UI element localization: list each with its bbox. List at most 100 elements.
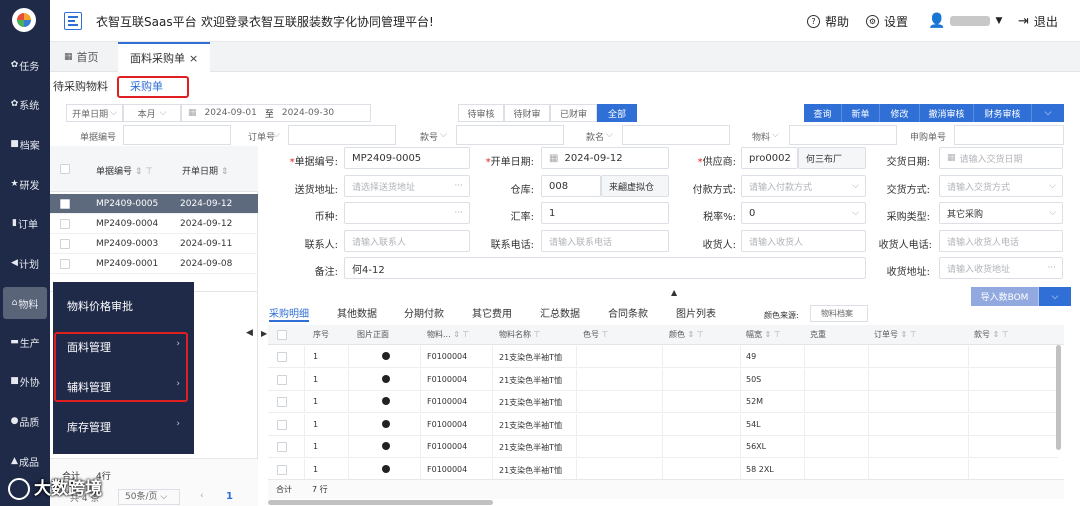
column-style-no[interactable]: 款号 ⇕ ⊤ [974, 329, 1009, 340]
delivery-mode-select[interactable]: 请输入交货方式 ⌵ [939, 175, 1063, 197]
list-row[interactable]: MP2409-0001 2024-09-08 [50, 254, 258, 274]
subtab-pending-materials[interactable]: 待采购物料 [53, 78, 108, 94]
select-all-checkbox[interactable] [277, 330, 287, 340]
list-row[interactable]: MP2409-0003 2024-09-11 [50, 234, 258, 254]
nav-item-outsource[interactable]: ■ 外协 [3, 368, 47, 394]
new-order-button[interactable]: 新单 [842, 104, 880, 122]
tab-summary[interactable]: 汇总数据 [540, 305, 580, 320]
splitter-arrow-icon[interactable]: ◀ [246, 328, 253, 338]
receive-address-field[interactable]: 请输入收货地址 ··· [939, 257, 1063, 279]
list-row[interactable]: MP2409-0005 2024-09-12 [50, 194, 258, 214]
image-placeholder-icon[interactable] [382, 397, 390, 405]
payment-select[interactable]: 请输入付款方式 ⌵ [741, 175, 866, 197]
filter-doc-no-input[interactable] [123, 125, 231, 145]
import-dropdown[interactable]: ⌵ [1039, 287, 1071, 306]
current-page[interactable]: 1 [226, 491, 233, 502]
page-size-select[interactable]: 50条/页 ⌵ [118, 489, 180, 505]
tab-images[interactable]: 图片列表 [676, 305, 716, 320]
tab-installments[interactable]: 分期付款 [404, 305, 444, 320]
collapse-form-icon[interactable]: ▲ [671, 288, 677, 297]
tab-other-data[interactable]: 其他数据 [337, 305, 377, 320]
help-button[interactable]: ? 帮助 [807, 13, 849, 30]
tab-fabric-purchase[interactable]: 面料采购单 × [118, 42, 211, 72]
undo-review-button[interactable]: 撤消审核 [920, 104, 974, 122]
receiver-phone-field[interactable]: 请输入收货人电话 [939, 230, 1063, 252]
phone-field[interactable]: 请输入联系电话 [541, 230, 669, 252]
horizontal-scrollbar[interactable] [268, 500, 493, 505]
nav-item-quality[interactable]: ● 品质 [3, 408, 47, 434]
row-checkbox[interactable] [277, 374, 287, 385]
nav-item-tasks[interactable]: ✿ 任务 [3, 52, 47, 78]
tab-contract-terms[interactable]: 合同条款 [608, 305, 648, 320]
table-row[interactable]: 1 F0100004 21支染色半袖T恤 49 [268, 346, 1058, 368]
date-range-picker[interactable]: ▦ 2024-09-01 至 2024-09-30 [181, 104, 371, 122]
nav-item-finished[interactable]: ▲ 成品 [3, 448, 47, 474]
nav-item-production[interactable]: ▬ 生产 [3, 329, 47, 355]
column-material-name[interactable]: 物料名称 ⊤ [499, 329, 541, 340]
list-row[interactable]: MP2409-0004 2024-09-12 [50, 214, 258, 234]
ship-address-field[interactable]: 请选择送货地址 ··· [344, 175, 470, 197]
menu-item-price-approval[interactable]: 物料价格审批 [67, 298, 133, 314]
row-checkbox[interactable] [277, 397, 287, 407]
column-doc-no[interactable]: 单据编号 ⇕ ⊤ [96, 164, 153, 177]
menu-item-inventory-management[interactable]: 库存管理 [67, 419, 111, 435]
column-width[interactable]: 幅宽 ⇕ ⊤ [746, 329, 781, 340]
row-checkbox[interactable] [277, 419, 287, 430]
filter-style-no-input[interactable] [456, 125, 564, 145]
date-range-select[interactable]: 本月 ⌵ [123, 104, 181, 122]
table-row[interactable]: 1 F0100004 21支染色半袖T恤 56XL [268, 436, 1058, 458]
nav-item-order[interactable]: ▮ 订单 [3, 210, 47, 236]
tab-purchase-detail[interactable]: 采购明细 [269, 305, 309, 320]
color-source-select[interactable]: 物料档案 [810, 305, 868, 322]
image-placeholder-icon[interactable] [382, 352, 390, 360]
row-checkbox[interactable] [277, 352, 287, 362]
remark-field[interactable]: 何4-12 [344, 257, 866, 279]
filter-order-no-input[interactable] [288, 125, 396, 145]
tab-other-fees[interactable]: 其它费用 [472, 305, 512, 320]
receiver-field[interactable]: 请输入收货人 [741, 230, 866, 252]
open-date-field[interactable]: ▦ 2024-09-12 [541, 147, 669, 169]
row-checkbox[interactable] [60, 259, 70, 269]
close-icon[interactable]: × [189, 52, 198, 65]
expand-arrow-icon[interactable]: ▶ [261, 329, 267, 338]
select-all-checkbox[interactable] [60, 164, 70, 174]
query-button[interactable]: 查询 [804, 104, 842, 122]
column-open-date[interactable]: 开单日期 ⇕ [182, 164, 228, 177]
image-placeholder-icon[interactable] [382, 464, 390, 473]
edit-button[interactable]: 修改 [880, 104, 920, 122]
more-actions-dropdown[interactable]: ⌵ [1032, 104, 1064, 122]
table-row[interactable]: 1 F0100004 21支染色半袖T恤 50S [268, 368, 1058, 391]
purchase-type-select[interactable]: 其它采购 ⌵ [939, 202, 1063, 224]
logout-button[interactable]: ⇥ 退出 [1018, 13, 1058, 30]
column-color[interactable]: 颜色 ⇕ ⊤ [669, 329, 704, 340]
contact-field[interactable]: 请输入联系人 [344, 230, 470, 252]
nav-item-system[interactable]: ✿ 系统 [3, 91, 47, 117]
table-row[interactable]: 1 F0100004 21支染色半袖T恤 52M [268, 391, 1058, 413]
row-checkbox[interactable] [60, 239, 70, 249]
table-row[interactable]: 1 F0100004 21支染色半袖T恤 58 2XL [268, 458, 1058, 481]
image-placeholder-icon[interactable] [382, 419, 390, 428]
row-checkbox[interactable] [277, 442, 287, 452]
column-material-code[interactable]: 物料... ⇕ ⊤ [427, 329, 469, 340]
filter-request-no-input[interactable] [954, 125, 1064, 145]
app-logo[interactable] [12, 8, 36, 32]
supplier-code-field[interactable]: pro0002 [741, 147, 798, 169]
filter-style-name-input[interactable] [622, 125, 730, 145]
status-pending-review[interactable]: 待审核 [458, 104, 504, 122]
filter-material-input[interactable] [789, 125, 897, 145]
nav-item-rd[interactable]: ★ 研发 [3, 171, 47, 197]
row-checkbox[interactable] [60, 199, 70, 209]
status-finance-approved[interactable]: 已财审 [550, 104, 597, 122]
image-placeholder-icon[interactable] [382, 374, 390, 383]
tax-rate-select[interactable]: 0 ⌵ [741, 202, 866, 224]
nav-item-archive[interactable]: ■ 档案 [3, 131, 47, 157]
settings-button[interactable]: ⚙ 设置 [866, 13, 908, 30]
date-type-select[interactable]: 开单日期 ⌵ [66, 104, 123, 122]
nav-item-plan[interactable]: ◀ 计划 [3, 250, 47, 276]
vertical-scrollbar[interactable] [1056, 345, 1061, 450]
tab-home[interactable]: ▦ 首页 [64, 42, 99, 72]
exchange-rate-field[interactable]: 1 [541, 202, 669, 224]
image-placeholder-icon[interactable] [382, 442, 390, 450]
row-checkbox[interactable] [60, 219, 70, 229]
user-menu[interactable]: 👤 ▼ [928, 13, 1002, 29]
